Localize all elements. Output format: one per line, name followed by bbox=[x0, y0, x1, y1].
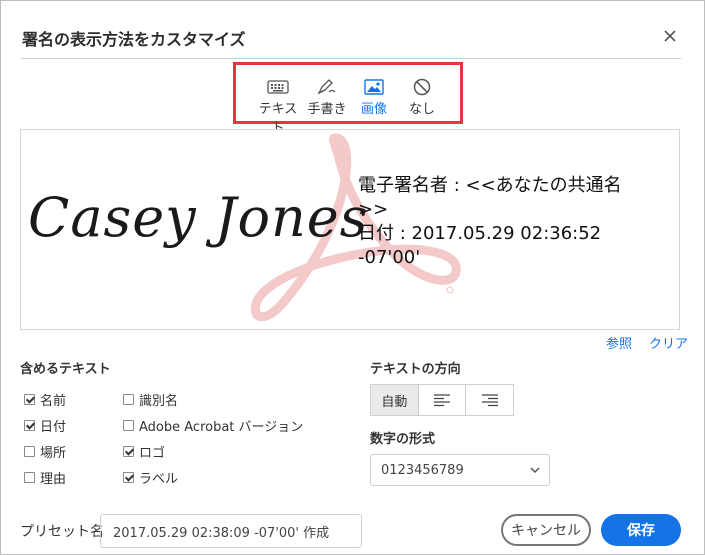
align-left-icon bbox=[434, 394, 450, 407]
cancel-button[interactable]: キャンセル bbox=[501, 514, 591, 546]
direction-left-button[interactable] bbox=[419, 385, 467, 415]
number-format-label: 数字の形式 bbox=[370, 432, 436, 447]
checkbox-label: 識別名 bbox=[139, 394, 179, 409]
keyboard-icon bbox=[267, 80, 289, 94]
clear-link[interactable]: クリア bbox=[649, 333, 688, 352]
number-format-select[interactable]: 0123456789 bbox=[370, 454, 550, 486]
pen-icon bbox=[317, 79, 336, 95]
browse-link[interactable]: 参照 bbox=[606, 333, 632, 352]
mode-image-label: 画像 bbox=[360, 102, 387, 117]
checkbox-label: 場所 bbox=[40, 446, 67, 461]
checkbox-label: Adobe Acrobat バージョン bbox=[139, 420, 304, 435]
timezone-line: -07'00' bbox=[358, 247, 421, 268]
checkbox-date[interactable]: 日付 bbox=[24, 416, 66, 435]
signature-details: 電子署名者 : <<あなたの共通名 >> 日付 : 2017.05.29 02:… bbox=[358, 174, 678, 270]
dialog-title: 署名の表示方法をカスタマイズ bbox=[22, 30, 246, 49]
signature-image: Casey Jones bbox=[28, 186, 369, 249]
date-line: 日付 : 2017.05.29 02:36:52 bbox=[358, 223, 602, 244]
text-direction-label: テキストの方向 bbox=[370, 362, 461, 377]
text-direction-control: 自動 bbox=[370, 384, 514, 416]
checkbox-label: 理由 bbox=[40, 472, 67, 487]
checkbox-label: 日付 bbox=[40, 420, 67, 435]
checkbox-location[interactable]: 場所 bbox=[24, 442, 66, 461]
none-icon bbox=[413, 78, 431, 96]
save-button[interactable]: 保存 bbox=[601, 514, 681, 546]
checkbox-label: ラベル bbox=[139, 472, 179, 487]
include-text-label: 含めるテキスト bbox=[20, 362, 111, 377]
mode-none-label: なし bbox=[408, 102, 435, 117]
chevron-down-icon bbox=[530, 467, 540, 474]
title-divider bbox=[21, 58, 681, 59]
checkbox-box bbox=[24, 472, 35, 483]
checkbox-logo[interactable]: ロゴ bbox=[123, 442, 165, 461]
checkbox-box bbox=[24, 420, 35, 431]
direction-right-button[interactable] bbox=[466, 385, 513, 415]
checkbox-reason[interactable]: 理由 bbox=[24, 468, 66, 487]
checkbox-box bbox=[24, 394, 35, 405]
mode-draw-button[interactable]: 手書き bbox=[305, 78, 349, 117]
checkbox-name[interactable]: 名前 bbox=[24, 390, 66, 409]
checkbox-box bbox=[123, 394, 134, 405]
mode-image-button[interactable]: 画像 bbox=[355, 78, 393, 117]
checkbox-distinguished-name[interactable]: 識別名 bbox=[123, 390, 178, 409]
checkbox-box bbox=[123, 420, 134, 431]
align-right-icon bbox=[481, 394, 498, 407]
signer-line: 電子署名者 : <<あなたの共通名 bbox=[358, 175, 622, 196]
checkbox-acrobat-version[interactable]: Adobe Acrobat バージョン bbox=[123, 416, 303, 435]
checkbox-box bbox=[123, 472, 134, 483]
direction-auto-button[interactable]: 自動 bbox=[371, 385, 419, 415]
checkbox-box bbox=[123, 446, 134, 457]
checkbox-label: 名前 bbox=[40, 394, 67, 409]
checkbox-box bbox=[24, 446, 35, 457]
mode-text-button[interactable]: テキスト bbox=[254, 78, 302, 136]
signature-preview: Casey Jones 電子署名者 : <<あなたの共通名 >> 日付 : 20… bbox=[20, 129, 680, 330]
preset-name-label: プリセット名 bbox=[20, 524, 104, 540]
mode-none-button[interactable]: なし bbox=[405, 78, 439, 117]
signer-line-cont: >> bbox=[358, 199, 389, 220]
number-format-value: 0123456789 bbox=[381, 462, 464, 478]
close-icon[interactable] bbox=[660, 26, 680, 46]
checkbox-labels[interactable]: ラベル bbox=[123, 468, 178, 487]
mode-draw-label: 手書き bbox=[307, 102, 347, 117]
preset-name-input[interactable]: 2017.05.29 02:38:09 -07'00' 作成 bbox=[100, 514, 362, 548]
image-icon bbox=[364, 79, 384, 95]
checkbox-label: ロゴ bbox=[139, 446, 166, 461]
